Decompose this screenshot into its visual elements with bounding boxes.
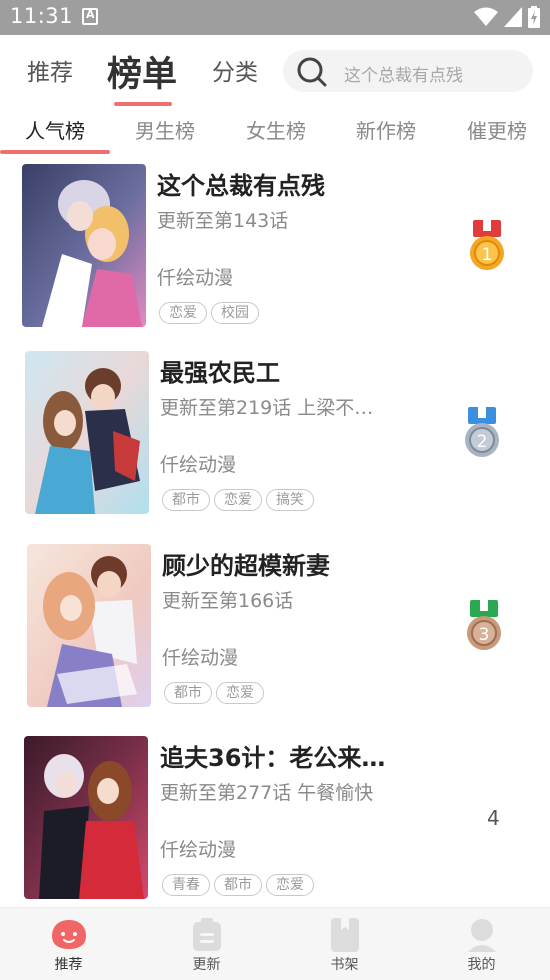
nav-update[interactable]: 更新: [138, 908, 275, 980]
comic-cover[interactable]: [25, 351, 149, 514]
comic-update: 更新至第277话 午餐愉快: [160, 782, 374, 804]
list-item[interactable]: 追夫36计：老公来… 更新至第277话 午餐愉快 仟绘动漫 青春 都市 恋爱 4: [0, 734, 550, 921]
status-bar: 11:31 A: [0, 0, 550, 35]
subtab-male[interactable]: 男生榜: [135, 115, 195, 144]
person-icon: [467, 919, 496, 952]
tag: 恋爱: [214, 489, 262, 511]
comic-cover[interactable]: [24, 736, 148, 899]
rank-number: 1: [482, 245, 493, 265]
nav-update-label: 更新: [192, 957, 221, 973]
status-time: 11:31: [10, 4, 74, 28]
tag: 恋爱: [216, 682, 264, 704]
comic-author: 仟绘动漫: [160, 454, 237, 476]
list-item[interactable]: 这个总裁有点残 更新至第143话 仟绘动漫 恋爱 校园 1: [0, 162, 550, 349]
comic-author: 仟绘动漫: [162, 647, 239, 669]
comic-tags: 都市 恋爱 搞笑: [162, 489, 314, 511]
status-icons: [474, 5, 540, 29]
subtab-underline: [0, 150, 110, 154]
book-icon: [330, 918, 359, 952]
clipboard-icon: [192, 918, 221, 951]
nav-bookshelf[interactable]: 书架: [276, 908, 413, 980]
comic-tags: 恋爱 校园: [159, 302, 259, 324]
tag: 恋爱: [266, 874, 314, 896]
search-placeholder: 这个总裁有点残: [344, 66, 463, 86]
signal-icon: [504, 7, 522, 27]
list-item[interactable]: 最强农民工 更新至第219话 上梁不… 仟绘动漫 都市 恋爱 搞笑 2: [0, 349, 550, 536]
tag: 都市: [162, 489, 210, 511]
comic-author: 仟绘动漫: [157, 267, 234, 289]
silver-medal-icon: 2: [465, 407, 499, 457]
nav-recommend-label: 推荐: [54, 957, 83, 973]
bottom-nav: 推荐 更新 书架 我的: [0, 907, 550, 980]
nav-recommend[interactable]: 推荐: [0, 908, 137, 980]
comic-title[interactable]: 这个总裁有点残: [157, 166, 325, 201]
tab-recommend[interactable]: 推荐: [27, 53, 73, 87]
comic-cover[interactable]: [22, 164, 146, 327]
comic-author: 仟绘动漫: [160, 839, 237, 861]
tag: 搞笑: [266, 489, 314, 511]
list-item[interactable]: 顾少的超模新妻 更新至第166话 仟绘动漫 都市 恋爱 3: [0, 542, 550, 729]
top-header: 推荐 榜单 分类 这个总裁有点残: [0, 35, 550, 106]
search-icon: [297, 57, 327, 87]
tag: 都市: [164, 682, 212, 704]
comic-update: 更新至第143话: [157, 210, 289, 232]
tab-ranking[interactable]: 榜单: [107, 46, 177, 97]
rank-number: 2: [477, 432, 488, 452]
comic-title[interactable]: 追夫36计：老公来…: [160, 738, 385, 773]
bronze-medal-icon: 3: [467, 600, 501, 650]
comic-cover[interactable]: [27, 544, 151, 707]
smile-blob-icon: [51, 920, 86, 949]
comic-tags: 都市 恋爱: [164, 682, 264, 704]
nav-mine[interactable]: 我的: [413, 908, 550, 980]
nav-mine-label: 我的: [467, 957, 496, 973]
wifi-icon: [474, 7, 498, 26]
nav-bookshelf-label: 书架: [330, 957, 359, 973]
tag: 恋爱: [159, 302, 207, 324]
comic-update: 更新至第166话: [162, 590, 294, 612]
tag: 校园: [211, 302, 259, 324]
ranking-subtabs: 人气榜 男生榜 女生榜 新作榜 催更榜: [0, 105, 550, 155]
comic-tags: 青春 都市 恋爱: [162, 874, 314, 896]
battery-icon: [528, 6, 540, 28]
rank-number: 3: [479, 625, 490, 645]
comic-title[interactable]: 最强农民工: [160, 353, 280, 388]
search-bar[interactable]: 这个总裁有点残: [283, 50, 533, 92]
subtab-urge[interactable]: 催更榜: [467, 115, 527, 144]
subtab-new[interactable]: 新作榜: [356, 115, 416, 144]
tab-category[interactable]: 分类: [212, 53, 258, 87]
rank-number: 4: [487, 806, 500, 830]
tag: 青春: [162, 874, 210, 896]
notification-glyph: A: [86, 8, 95, 21]
tag: 都市: [214, 874, 262, 896]
subtab-popular[interactable]: 人气榜: [25, 115, 85, 144]
notification-icon: A: [82, 8, 98, 25]
comic-title[interactable]: 顾少的超模新妻: [162, 546, 330, 581]
subtab-female[interactable]: 女生榜: [246, 115, 306, 144]
comic-update: 更新至第219话 上梁不…: [160, 397, 374, 419]
gold-medal-icon: 1: [470, 220, 504, 270]
